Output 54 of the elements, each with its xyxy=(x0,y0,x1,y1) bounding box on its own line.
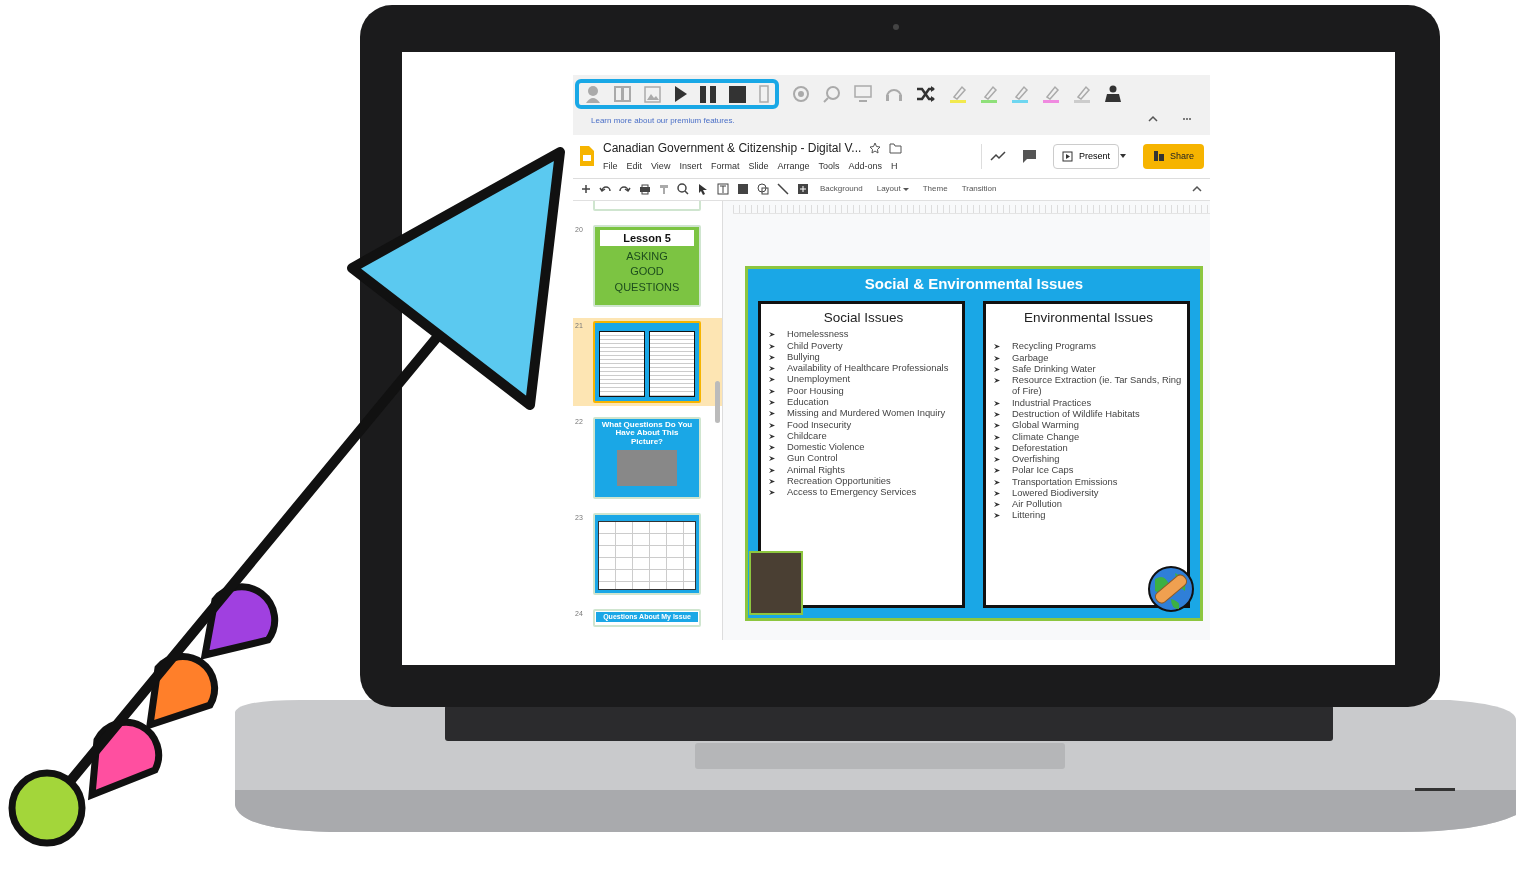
menu-item[interactable]: Slide xyxy=(748,160,769,174)
list-item: Child Poverty xyxy=(787,339,843,351)
list-item: Deforestation xyxy=(1012,441,1068,454)
list-item: Childcare xyxy=(787,429,827,442)
list-item: Destruction of Wildlife Habitats xyxy=(1012,407,1140,420)
list-item: Resource Extraction (ie. Tar Sands, Ring of Fire) xyxy=(1012,374,1183,397)
list-item: Global Warming xyxy=(1012,419,1079,431)
list-item: Unemployment xyxy=(787,373,851,385)
list-item: Gun Control xyxy=(787,452,838,464)
thumbnail-title: Lesson 5 xyxy=(600,229,694,246)
panel-heading: Environmental Issues xyxy=(1022,309,1155,327)
list-item: Animal Rights xyxy=(787,463,845,475)
list-item: Homelessness xyxy=(787,328,849,340)
menu-item[interactable]: Add-ons xyxy=(848,160,882,174)
list-item: Access to Emergency Services xyxy=(787,486,917,498)
toolbar-button[interactable]: Layout xyxy=(873,183,912,195)
list-item: Lowered Biodiversity xyxy=(1012,486,1099,499)
premium-link[interactable]: Learn more about our premium features. xyxy=(591,115,735,127)
list-item: Transportation Emissions xyxy=(1012,475,1118,487)
thumbnail-title: What Questions Do You Have About This Picture? xyxy=(600,420,694,447)
list-item: Recreation Opportunities xyxy=(787,474,891,487)
list-item: Missing and Murdered Women Inquiry xyxy=(787,407,946,419)
list-item: Industrial Practices xyxy=(1012,396,1092,408)
toolbar-button[interactable]: Theme xyxy=(919,183,951,195)
menu-item[interactable]: Arrange xyxy=(777,160,810,174)
panel-heading: Social Issues xyxy=(822,309,905,327)
toolbar-button[interactable]: Background xyxy=(817,183,866,195)
list-item: Education xyxy=(787,395,829,408)
menu-item[interactable]: Edit xyxy=(626,160,643,174)
list-item: Safe Drinking Water xyxy=(1012,362,1096,375)
list-item: Food Insecurity xyxy=(787,418,852,430)
menu-item[interactable]: View xyxy=(651,160,671,174)
list-item: Garbage xyxy=(1012,351,1049,363)
list-item: Overfishing xyxy=(1012,453,1060,465)
list-item: Polar Ice Caps xyxy=(1012,464,1074,476)
slide-title: Social & Environmental Issues xyxy=(864,273,1084,294)
menu-item[interactable]: File xyxy=(603,160,618,174)
document-title: Canadian Government & Citizenship - Digital V... xyxy=(603,140,862,157)
present-button[interactable]: Present xyxy=(1052,143,1119,169)
menu-item[interactable]: Insert xyxy=(679,160,702,174)
list-item: Bullying xyxy=(787,350,820,363)
list-item: Poor Housing xyxy=(787,384,844,396)
list-item: Availability of Healthcare Professionals xyxy=(787,362,949,374)
list-item: Recycling Programs xyxy=(1012,340,1096,352)
menu-item[interactable]: H xyxy=(891,160,898,174)
list-item: Climate Change xyxy=(1012,430,1080,442)
list-item: Littering xyxy=(1012,509,1046,521)
thumbnail-subtitle: ASKING GOOD QUESTIONS xyxy=(613,249,681,295)
list-item: Domestic Violence xyxy=(787,441,865,453)
menu-item[interactable]: Tools xyxy=(818,160,840,174)
share-button[interactable]: Share xyxy=(1142,143,1204,169)
toolbar-button[interactable]: Transition xyxy=(958,183,1000,195)
menu-item[interactable]: Format xyxy=(710,160,740,174)
list-item: Air Pollution xyxy=(1012,498,1063,510)
